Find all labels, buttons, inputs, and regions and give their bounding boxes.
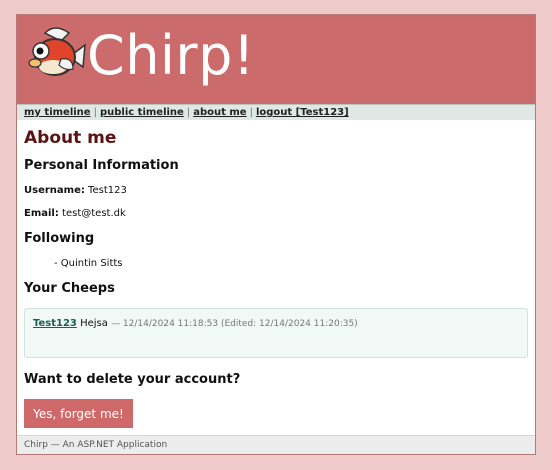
- app-brand-title: Chirp!: [87, 24, 256, 87]
- following-item: - Quintin Sitts: [54, 258, 123, 269]
- username-label: Username:: [24, 185, 85, 196]
- nav-about-me[interactable]: about me: [193, 107, 246, 118]
- nav-logout[interactable]: logout [Test123]: [256, 107, 349, 118]
- forget-me-button[interactable]: Yes, forget me!: [24, 399, 133, 428]
- nav-separator: |: [249, 107, 253, 118]
- cheep-timestamp: — 12/14/2024 11:18:53 (Edited: 12/14/202…: [111, 319, 358, 329]
- nav-separator: |: [186, 107, 191, 118]
- username-field: Username: Test123: [24, 185, 127, 196]
- page-container: Chirp! my timeline | public timeline | about…: [16, 14, 536, 455]
- fish-bird-mascot-icon: [28, 27, 86, 76]
- footer: Chirp — An ASP.NET Application: [17, 435, 535, 454]
- personal-info-heading: Personal Information: [24, 158, 179, 173]
- page-title: About me: [24, 128, 117, 148]
- email-field: Email: test@test.dk: [24, 208, 126, 219]
- nav-bar: my timeline | public timeline | about me | log…: [17, 104, 535, 120]
- email-label: Email:: [24, 208, 59, 219]
- cheep-line: Test123 Hejsa — 12/14/2024 11:18:53 (Edi…: [33, 318, 358, 329]
- your-cheeps-heading: Your Cheeps: [24, 281, 115, 296]
- header-banner: Chirp!: [17, 15, 535, 104]
- following-heading: Following: [24, 231, 95, 246]
- username-value: Test123: [88, 185, 127, 196]
- nav-my-timeline[interactable]: my timeline: [24, 107, 91, 118]
- delete-account-heading: Want to delete your account?: [24, 372, 241, 387]
- nav-public-timeline[interactable]: public timeline: [100, 107, 184, 118]
- cheep-author-link[interactable]: Test123: [33, 318, 77, 329]
- cheep-text: Hejsa: [80, 318, 108, 329]
- cheep-card: Test123 Hejsa — 12/14/2024 11:18:53 (Edi…: [24, 308, 528, 358]
- nav-separator: |: [93, 107, 97, 118]
- email-value: test@test.dk: [62, 208, 126, 219]
